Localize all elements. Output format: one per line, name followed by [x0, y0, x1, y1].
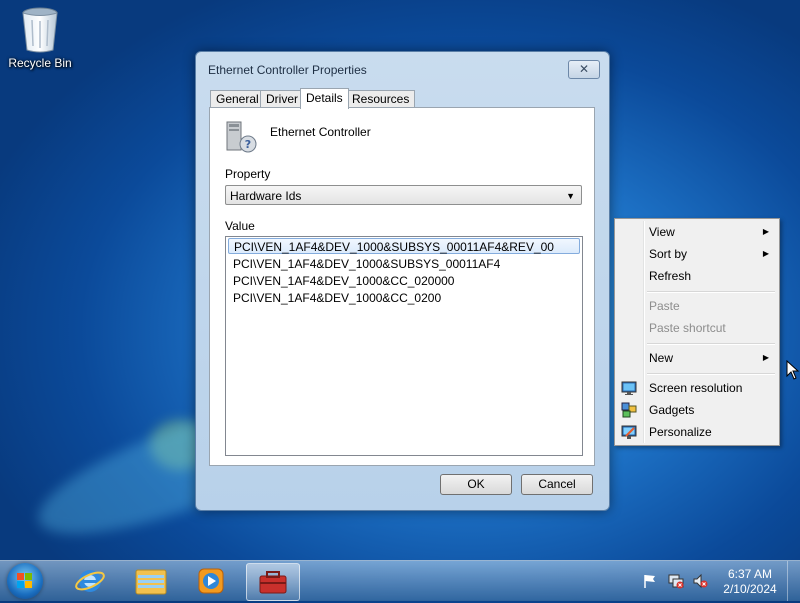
- tab-driver[interactable]: Driver: [260, 90, 304, 108]
- menu-item-gadgets[interactable]: Gadgets: [617, 399, 777, 421]
- menu-item-label: New: [649, 351, 674, 365]
- windows-logo-icon: [17, 573, 32, 588]
- property-select-value: Hardware Ids: [230, 189, 302, 203]
- volume-muted-icon[interactable]: [692, 573, 708, 589]
- internet-explorer-icon: [75, 570, 105, 592]
- menu-item-personalize[interactable]: Personalize: [617, 421, 777, 443]
- menu-separator: [647, 343, 775, 345]
- list-item[interactable]: PCI\VEN_1AF4&DEV_1000&CC_020000: [228, 273, 580, 289]
- menu-item-label: Gadgets: [649, 403, 695, 417]
- gadgets-icon: [621, 402, 637, 418]
- svg-text:?: ?: [245, 138, 251, 151]
- cancel-button[interactable]: Cancel: [521, 474, 593, 495]
- taskbar-device-manager[interactable]: [246, 563, 300, 601]
- menu-item-screen-resolution[interactable]: Screen resolution: [617, 377, 777, 399]
- clock-time: 6:37 AM: [727, 567, 773, 581]
- clock-date: 2/10/2024: [723, 582, 777, 596]
- windows-explorer-icon: [135, 569, 167, 595]
- taskbar-internet-explorer[interactable]: [64, 563, 116, 599]
- start-button[interactable]: [7, 563, 43, 599]
- device-manager-icon: [259, 571, 287, 594]
- personalize-icon: [621, 425, 637, 439]
- menu-item-refresh[interactable]: Refresh: [617, 265, 777, 287]
- device-name: Ethernet Controller: [270, 125, 371, 139]
- property-select[interactable]: Hardware Ids ▼: [225, 185, 582, 205]
- submenu-arrow-icon: ▶: [762, 227, 769, 236]
- list-item[interactable]: PCI\VEN_1AF4&DEV_1000&CC_0200: [228, 290, 580, 306]
- recycle-bin-icon: [22, 7, 58, 53]
- recycle-bin-label: Recycle Bin: [8, 56, 72, 70]
- submenu-arrow-icon: ▶: [762, 249, 769, 258]
- menu-item-label: Personalize: [649, 425, 712, 439]
- dialog-title: Ethernet Controller Properties: [208, 63, 367, 77]
- property-label: Property: [225, 167, 271, 181]
- show-desktop-button[interactable]: [787, 561, 800, 601]
- network-status-icon[interactable]: [668, 573, 684, 589]
- menu-item-label: Paste shortcut: [649, 321, 726, 335]
- menu-item-label: Sort by: [649, 247, 688, 261]
- action-center-flag-icon[interactable]: [642, 573, 658, 589]
- ethernet-properties-dialog: Ethernet Controller Properties ✕ General…: [195, 51, 610, 511]
- mouse-cursor-icon: [786, 360, 800, 380]
- value-label: Value: [225, 219, 255, 233]
- details-panel: ? Ethernet Controller Property Hardware …: [209, 107, 595, 466]
- screen-resolution-icon: [621, 381, 637, 395]
- tab-resources[interactable]: Resources: [346, 90, 416, 108]
- menu-separator: [647, 291, 775, 293]
- close-icon: ✕: [578, 62, 590, 76]
- menu-item-label: View: [649, 225, 675, 239]
- menu-item-sort-by[interactable]: Sort by ▶: [617, 243, 777, 265]
- recycle-bin[interactable]: Recycle Bin: [4, 6, 76, 70]
- menu-item-paste-shortcut: Paste shortcut: [617, 317, 777, 339]
- close-button[interactable]: ✕: [568, 60, 600, 79]
- submenu-arrow-icon: ▶: [762, 353, 769, 362]
- taskbar-windows-explorer[interactable]: [125, 563, 177, 599]
- menu-item-label: Refresh: [649, 269, 692, 283]
- media-player-icon: [198, 568, 224, 594]
- tab-general[interactable]: General: [210, 90, 265, 108]
- taskbar: 6:37 AM 2/10/2024: [0, 560, 800, 601]
- ok-button[interactable]: OK: [440, 474, 512, 495]
- menu-item-label: Paste: [649, 299, 680, 313]
- desktop-context-menu: View ▶ Sort by ▶ Refresh Paste Paste sho…: [614, 218, 780, 446]
- taskbar-media-player[interactable]: [185, 563, 237, 599]
- menu-item-view[interactable]: View ▶: [617, 221, 777, 243]
- menu-item-label: Screen resolution: [649, 381, 743, 395]
- system-clock[interactable]: 6:37 AM 2/10/2024: [716, 567, 784, 597]
- value-listbox[interactable]: PCI\VEN_1AF4&DEV_1000&SUBSYS_00011AF4&RE…: [225, 236, 583, 456]
- network-device-icon: ?: [226, 121, 257, 153]
- menu-separator: [647, 373, 775, 375]
- list-item[interactable]: PCI\VEN_1AF4&DEV_1000&SUBSYS_00011AF4: [228, 256, 580, 272]
- list-item[interactable]: PCI\VEN_1AF4&DEV_1000&SUBSYS_00011AF4&RE…: [228, 238, 580, 254]
- menu-item-paste: Paste: [617, 295, 777, 317]
- chevron-down-icon: ▼: [566, 191, 575, 201]
- tab-details[interactable]: Details: [300, 88, 349, 109]
- menu-item-new[interactable]: New ▶: [617, 347, 777, 369]
